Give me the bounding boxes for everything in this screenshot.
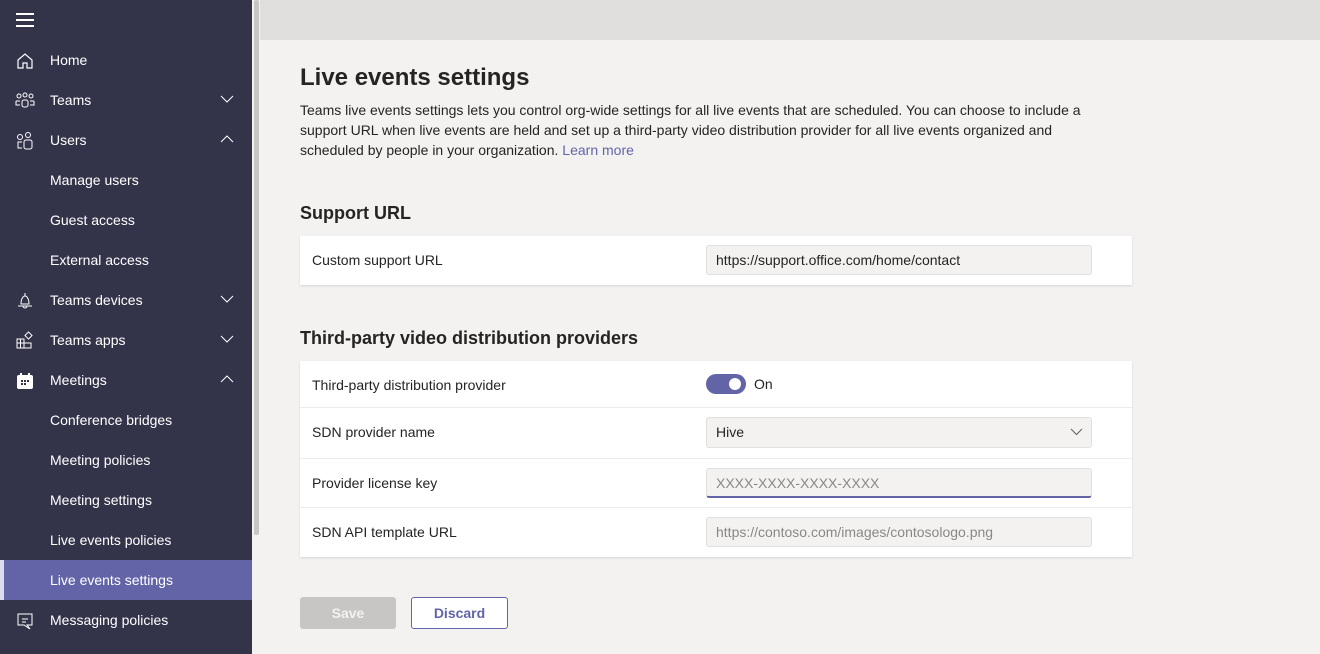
support-url-heading: Support URL <box>300 203 411 223</box>
chevron-down-icon[interactable] <box>220 94 234 104</box>
sidebar-item-label: Teams devices <box>50 292 143 308</box>
home-icon <box>17 53 33 69</box>
sidebar-item-messaging-policies[interactable]: Messaging policies <box>0 600 252 640</box>
sidebar-item-label: Live events policies <box>50 532 172 548</box>
custom-support-url-input[interactable]: https://support.office.com/home/contact <box>706 245 1092 275</box>
support-url-card: Custom support URL https://support.offic… <box>300 236 1132 285</box>
sidebar-item-label: Teams apps <box>50 332 126 348</box>
sidebar-item-teams-devices[interactable]: Teams devices <box>0 280 252 320</box>
license-key-label: Provider license key <box>312 475 438 491</box>
sdn-provider-value: Hive <box>716 424 745 440</box>
sidebar-item-label: Live events settings <box>50 572 173 588</box>
sidebar-item-manage-users[interactable]: Manage users <box>0 160 252 200</box>
users-icon <box>17 132 33 150</box>
sidebar-item-label: Teams <box>50 92 92 108</box>
devices-icon <box>18 293 32 309</box>
sdn-provider-label: SDN provider name <box>312 424 435 440</box>
license-key-input[interactable]: XXXX-XXXX-XXXX-XXXX <box>706 468 1092 498</box>
sidebar-item-label: Conference bridges <box>50 412 173 428</box>
sidebar-item-conference-bridges[interactable]: Conference bridges <box>0 400 252 440</box>
page-description: Teams live events settings lets you cont… <box>300 100 1100 160</box>
toggle-state-label: On <box>754 376 773 392</box>
discard-button[interactable]: Discard <box>411 597 508 629</box>
sidebar-item-label: Messaging policies <box>50 612 169 628</box>
sidebar-item-meetings[interactable]: Meetings <box>0 360 252 400</box>
page-title: Live events settings <box>300 64 530 91</box>
chevron-down-icon <box>1070 428 1083 436</box>
sidebar-item-label: Manage users <box>50 172 139 188</box>
sidebar-item-users[interactable]: Users <box>0 120 252 160</box>
sidebar-item-label: Guest access <box>50 212 135 228</box>
sidebar-item-teams-apps[interactable]: Teams apps <box>0 320 252 360</box>
sidebar-item-label: Meeting policies <box>50 452 151 468</box>
sidebar-item-live-events-policies[interactable]: Live events policies <box>0 520 252 560</box>
hamburger-menu-icon[interactable] <box>16 13 34 29</box>
teams-icon <box>15 92 35 108</box>
top-bar <box>260 0 1320 40</box>
custom-support-url-label: Custom support URL <box>312 252 443 268</box>
sidebar-item-meeting-policies[interactable]: Meeting policies <box>0 440 252 480</box>
distribution-provider-label: Third-party distribution provider <box>312 377 506 393</box>
providers-card: Third-party distribution provider On SDN… <box>300 361 1132 557</box>
sidebar-item-label: Meetings <box>50 372 107 388</box>
learn-more-link[interactable]: Learn more <box>562 142 634 158</box>
scrollbar-thumb[interactable] <box>254 0 259 535</box>
calendar-icon <box>17 373 33 389</box>
sdn-provider-dropdown[interactable]: Hive <box>706 417 1092 448</box>
sidebar-item-live-events-settings[interactable]: Live events settings <box>0 560 252 600</box>
description-text: Teams live events settings lets you cont… <box>300 102 1081 158</box>
sidebar-item-home[interactable]: Home <box>0 40 252 80</box>
api-template-input[interactable]: https://contoso.com/images/contosologo.p… <box>706 517 1092 547</box>
sidebar-item-teams[interactable]: Teams <box>0 80 252 120</box>
messaging-icon <box>17 613 33 630</box>
sidebar-item-meeting-settings[interactable]: Meeting settings <box>0 480 252 520</box>
sidebar: Home Teams Users Manage users Guest access Ex… <box>0 0 252 654</box>
sidebar-item-external-access[interactable]: External access <box>0 240 252 280</box>
api-template-label: SDN API template URL <box>312 524 457 540</box>
sidebar-item-label: Users <box>50 132 87 148</box>
chevron-down-icon[interactable] <box>220 334 234 344</box>
sidebar-item-guest-access[interactable]: Guest access <box>0 200 252 240</box>
chevron-up-icon[interactable] <box>220 134 234 144</box>
sidebar-item-label: Home <box>50 52 88 68</box>
chevron-down-icon[interactable] <box>220 294 234 304</box>
chevron-up-icon[interactable] <box>220 374 234 384</box>
apps-icon <box>16 331 33 349</box>
sidebar-item-label: External access <box>50 252 149 268</box>
distribution-provider-toggle[interactable] <box>706 374 746 394</box>
sidebar-item-label: Meeting settings <box>50 492 152 508</box>
save-button[interactable]: Save <box>300 597 396 629</box>
providers-heading: Third-party video distribution providers <box>300 328 639 348</box>
